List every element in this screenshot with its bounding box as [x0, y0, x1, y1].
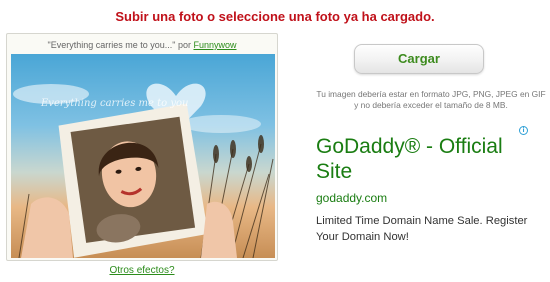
effect-preview-illustration: Everything carries me to you [13, 83, 274, 258]
ad-description[interactable]: Limited Time Domain Name Sale. Register … [316, 213, 536, 245]
effect-caption-quote: "Everything carries me to you..." por [47, 40, 191, 50]
upload-button[interactable]: Cargar [354, 44, 484, 74]
effect-caption: "Everything carries me to you..." por Fu… [7, 40, 277, 50]
upload-format-hint: Tu imagen debería estar en formato JPG, … [316, 89, 546, 110]
ad-title-link[interactable]: GoDaddy® - Official Site [316, 134, 536, 184]
photo-overlay-text: Everything carries me to you [40, 98, 188, 109]
effect-preview-image[interactable]: Everything carries me to you [11, 54, 275, 258]
author-link[interactable]: Funnywow [193, 40, 236, 50]
more-effects-link[interactable]: Otros efectos? [0, 265, 284, 276]
page-instruction: Subir una foto o seleccione una foto ya … [115, 9, 435, 24]
ad-url-link[interactable]: godaddy.com [316, 191, 387, 205]
effect-preview-card: "Everything carries me to you..." por Fu… [6, 33, 278, 261]
